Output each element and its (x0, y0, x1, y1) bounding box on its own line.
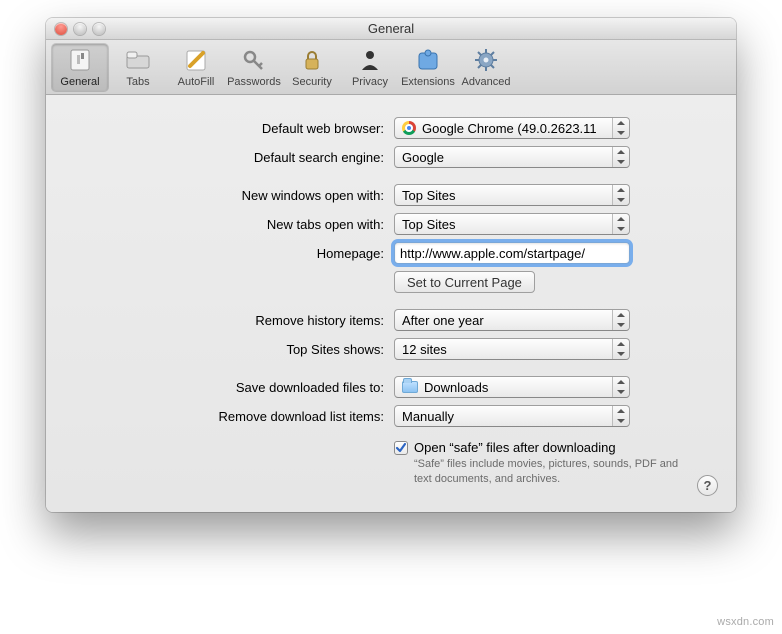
window-title: General (46, 21, 736, 36)
close-window-button[interactable] (55, 23, 67, 35)
pencil-icon (181, 46, 211, 74)
new-tabs-select[interactable]: Top Sites (394, 213, 630, 235)
tab-label: General (60, 76, 99, 88)
stepper-icon (612, 214, 629, 234)
default-browser-select[interactable]: Google Chrome (49.0.2623.11 (394, 117, 630, 139)
homepage-input[interactable] (394, 242, 630, 264)
lock-icon (297, 46, 327, 74)
person-icon (355, 46, 385, 74)
select-value: Top Sites (402, 188, 455, 203)
stepper-icon (612, 339, 629, 359)
minimize-window-button[interactable] (74, 23, 86, 35)
puzzle-icon (413, 46, 443, 74)
default-browser-label: Default web browser: (46, 121, 394, 136)
stepper-icon (612, 377, 629, 397)
tab-label: Privacy (352, 76, 388, 88)
select-value: 12 sites (402, 342, 447, 357)
new-tabs-label: New tabs open with: (46, 217, 394, 232)
tab-autofill[interactable]: AutoFill (168, 44, 224, 91)
stepper-icon (612, 147, 629, 167)
tab-label: Tabs (126, 76, 149, 88)
help-button[interactable]: ? (697, 475, 718, 496)
stepper-icon (612, 310, 629, 330)
stepper-icon (612, 406, 629, 426)
titlebar: General (46, 18, 736, 40)
top-sites-select[interactable]: 12 sites (394, 338, 630, 360)
preferences-window: General General Tabs AutoFill Passwords (46, 18, 736, 512)
folder-icon (402, 381, 418, 393)
set-current-page-button[interactable]: Set to Current Page (394, 271, 535, 293)
open-safe-hint: “Safe” files include movies, pictures, s… (414, 457, 684, 487)
key-icon (239, 46, 269, 74)
window-controls (46, 23, 105, 35)
tab-tabs[interactable]: Tabs (110, 44, 166, 91)
homepage-label: Homepage: (46, 246, 394, 261)
remove-dl-label: Remove download list items: (46, 409, 394, 424)
tab-privacy[interactable]: Privacy (342, 44, 398, 91)
select-value: Top Sites (402, 217, 455, 232)
gear-icon (471, 46, 501, 74)
new-windows-select[interactable]: Top Sites (394, 184, 630, 206)
save-to-select[interactable]: Downloads (394, 376, 630, 398)
tab-label: Extensions (401, 76, 455, 88)
tab-advanced[interactable]: Advanced (458, 44, 514, 91)
general-form: Default web browser: Google Chrome (49.0… (46, 95, 736, 512)
chrome-icon (402, 121, 416, 135)
tab-extensions[interactable]: Extensions (400, 44, 456, 91)
select-value: Downloads (424, 380, 488, 395)
tab-security[interactable]: Security (284, 44, 340, 91)
save-to-label: Save downloaded files to: (46, 380, 394, 395)
default-search-select[interactable]: Google (394, 146, 630, 168)
stepper-icon (612, 185, 629, 205)
tab-label: AutoFill (178, 76, 215, 88)
zoom-window-button[interactable] (93, 23, 105, 35)
stepper-icon (612, 118, 629, 138)
tab-label: Security (292, 76, 332, 88)
remove-dl-select[interactable]: Manually (394, 405, 630, 427)
watermark: wsxdn.com (717, 616, 774, 628)
select-value: Google (402, 150, 444, 165)
select-value: Manually (402, 409, 454, 424)
tabs-icon (123, 46, 153, 74)
open-safe-checkbox[interactable] (394, 441, 408, 455)
remove-history-select[interactable]: After one year (394, 309, 630, 331)
toolbar: General Tabs AutoFill Passwords Security (46, 40, 736, 95)
tab-label: Passwords (227, 76, 281, 88)
tab-passwords[interactable]: Passwords (226, 44, 282, 91)
top-sites-label: Top Sites shows: (46, 342, 394, 357)
remove-history-label: Remove history items: (46, 313, 394, 328)
tab-label: Advanced (462, 76, 511, 88)
select-value: Google Chrome (49.0.2623.11 (422, 121, 597, 136)
open-safe-label: Open “safe” files after downloading (414, 440, 684, 455)
default-search-label: Default search engine: (46, 150, 394, 165)
tab-general[interactable]: General (52, 44, 108, 91)
new-windows-label: New windows open with: (46, 188, 394, 203)
select-value: After one year (402, 313, 484, 328)
switch-icon (65, 46, 95, 74)
